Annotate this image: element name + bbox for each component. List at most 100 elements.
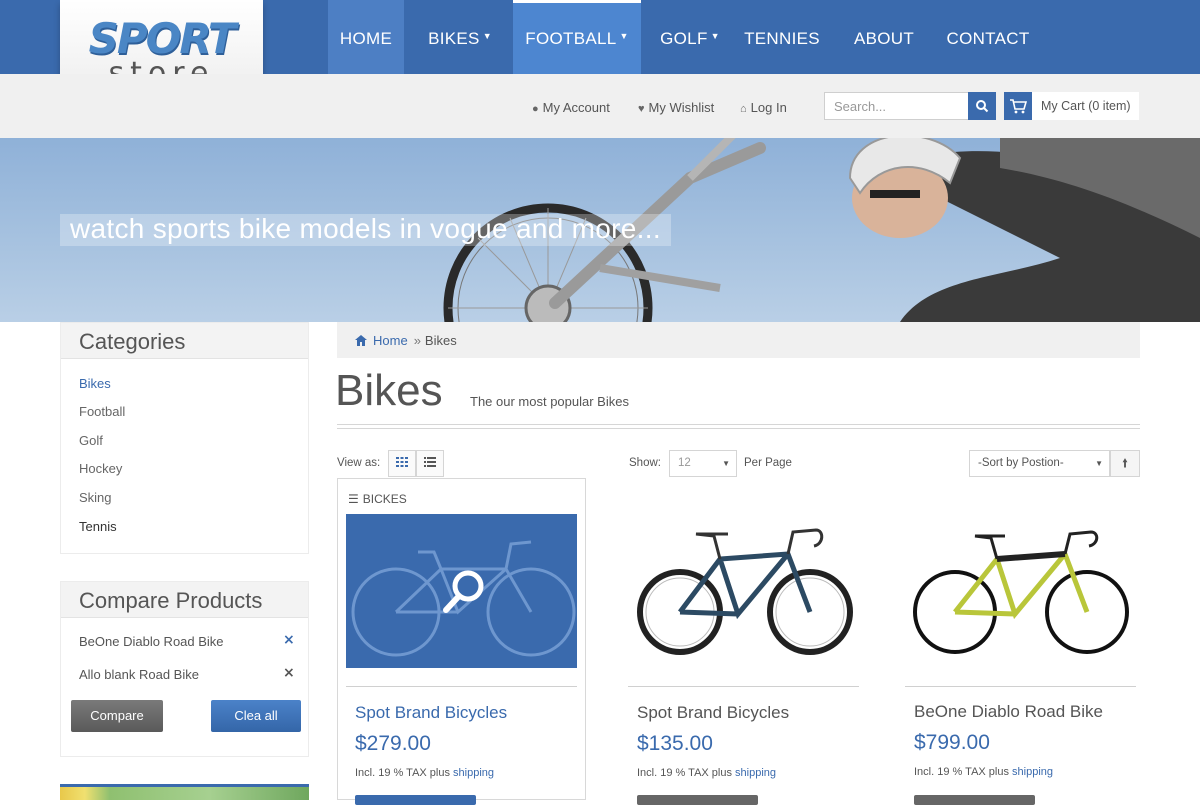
grid-icon [396, 457, 408, 467]
product-tax-text: Incl. 19 % TAX plus [914, 766, 1009, 778]
nav-item-football[interactable]: FOOTBALL ▼ [513, 0, 641, 74]
cart-icon-button[interactable] [1004, 92, 1032, 120]
hero-banner[interactable]: watch sports bike models in vogue and mo… [0, 138, 1200, 322]
category-item-football[interactable]: Football [79, 404, 125, 419]
chevron-down-icon: ▼ [1095, 459, 1103, 468]
product-image[interactable] [905, 514, 1136, 668]
category-item-tennis[interactable]: Tennis [79, 519, 117, 534]
compare-products-panel: Compare Products BeOne Diablo Road Bike … [60, 581, 309, 757]
product-category: ☰ BICKES [348, 492, 407, 506]
show-per-page-value: 12 [678, 457, 691, 469]
category-item-sking[interactable]: Sking [79, 490, 112, 505]
nav-item-about[interactable]: ABOUT [844, 0, 924, 74]
breadcrumb-separator: » [413, 333, 421, 348]
bike-image [637, 528, 853, 655]
page-subtitle: The our most popular Bikes [470, 394, 629, 409]
list-icon [424, 457, 436, 467]
chevron-down-icon: ▼ [710, 31, 720, 41]
category-item-golf[interactable]: Golf [79, 433, 103, 448]
category-item-bikes[interactable]: Bikes [79, 376, 111, 391]
my-account-link[interactable]: ● My Account [532, 100, 610, 115]
chevron-down-icon: ▼ [482, 31, 492, 41]
search-icon [976, 100, 989, 113]
heart-icon: ♥ [638, 103, 645, 115]
add-to-cart-button[interactable] [355, 795, 476, 805]
breadcrumb-home-link[interactable]: Home [373, 333, 408, 348]
search-placeholder: Search... [834, 99, 887, 114]
product-divider [346, 686, 577, 687]
search-button[interactable] [968, 92, 996, 120]
add-to-cart-button[interactable] [914, 795, 1035, 805]
shipping-link[interactable]: shipping [1012, 766, 1053, 778]
compare-button[interactable]: Compare [71, 700, 163, 732]
nav-item-bikes[interactable]: BIKES ▼ [420, 0, 500, 74]
product-tax-text: Incl. 19 % TAX plus [637, 767, 732, 779]
nav-label: ABOUT [853, 29, 915, 48]
product-price: $279.00 [355, 732, 431, 755]
unlock-icon: ⌂ [740, 103, 747, 115]
nav-label: CONTACT [946, 29, 1030, 48]
home-icon [355, 335, 367, 346]
compare-item[interactable]: Allo blank Road Bike [79, 667, 199, 682]
sort-by-select[interactable]: -Sort by Postion- ▼ [969, 450, 1110, 477]
shipping-link[interactable]: shipping [735, 767, 776, 779]
nav-label: BIKES [428, 29, 480, 48]
sort-by-value: -Sort by Postion- [978, 457, 1064, 469]
user-icon: ● [532, 103, 539, 115]
nav-label: HOME [339, 29, 393, 48]
my-cart-link[interactable]: My Cart (0 item) [1032, 92, 1139, 120]
product-divider [628, 686, 859, 687]
list-icon: ☰ [348, 492, 359, 506]
sort-direction-button[interactable]: 🠙 [1110, 450, 1140, 477]
product-price: $799.00 [914, 731, 990, 754]
nav-item-tennies[interactable]: TENNIES [738, 0, 826, 74]
product-price: $135.00 [637, 732, 713, 755]
show-label: Show: [629, 457, 661, 469]
product-name[interactable]: BeOne Diablo Road Bike [914, 702, 1103, 722]
product-divider [905, 686, 1136, 687]
nav-item-home[interactable]: HOME [328, 0, 404, 74]
compare-products-title: Compare Products [61, 582, 308, 618]
chevron-down-icon: ▼ [722, 459, 730, 468]
page-title: Bikes [335, 366, 443, 415]
product-image[interactable] [628, 514, 859, 668]
banner-tagline: watch sports bike models in vogue and mo… [60, 214, 671, 246]
arrow-up-icon: 🠙 [1121, 456, 1128, 470]
grid-view-button[interactable] [388, 450, 416, 477]
product-tax-note: Incl. 19 % TAX plus shipping [914, 766, 1053, 778]
product-name[interactable]: Spot Brand Bicycles [355, 703, 507, 723]
categories-title: Categories [61, 323, 308, 359]
my-account-label: My Account [542, 100, 610, 115]
nav-item-golf[interactable]: GOLF ▼ [650, 0, 730, 74]
nav-label: GOLF [660, 29, 708, 48]
category-item-hockey[interactable]: Hockey [79, 461, 122, 476]
list-view-button[interactable] [416, 450, 444, 477]
product-category-label: BICKES [362, 492, 407, 506]
clear-all-button[interactable]: Clea all [211, 700, 301, 732]
nav-item-contact[interactable]: CONTACT [940, 0, 1036, 74]
my-wishlist-link[interactable]: ♥ My Wishlist [638, 100, 714, 115]
product-tax-text: Incl. 19 % TAX plus [355, 767, 450, 779]
nav-label: FOOTBALL [525, 29, 617, 48]
show-per-page-select[interactable]: 12 ▼ [669, 450, 737, 477]
per-page-label: Per Page [744, 457, 792, 469]
search-input[interactable]: Search... [824, 92, 969, 120]
add-to-cart-button[interactable] [637, 795, 758, 805]
bike-image [913, 530, 1129, 654]
remove-icon[interactable]: × [283, 632, 295, 648]
product-name[interactable]: Spot Brand Bicycles [637, 703, 789, 723]
product-tax-note: Incl. 19 % TAX plus shipping [637, 767, 776, 779]
product-tax-note: Incl. 19 % TAX plus shipping [355, 767, 494, 779]
my-cart-label: My Cart (0 item) [1041, 99, 1131, 113]
title-divider [337, 424, 1140, 429]
breadcrumb-current: Bikes [424, 333, 457, 348]
zoom-icon[interactable] [440, 568, 488, 616]
nav-label: TENNIES [744, 29, 820, 48]
chevron-down-icon: ▼ [619, 31, 629, 41]
sidebar-promo-banner[interactable] [60, 784, 309, 800]
remove-icon[interactable]: × [283, 665, 295, 681]
shipping-link[interactable]: shipping [453, 767, 494, 779]
compare-item[interactable]: BeOne Diablo Road Bike [79, 634, 224, 649]
log-in-link[interactable]: ⌂ Log In [740, 100, 787, 115]
view-as-label: View as: [337, 457, 381, 469]
